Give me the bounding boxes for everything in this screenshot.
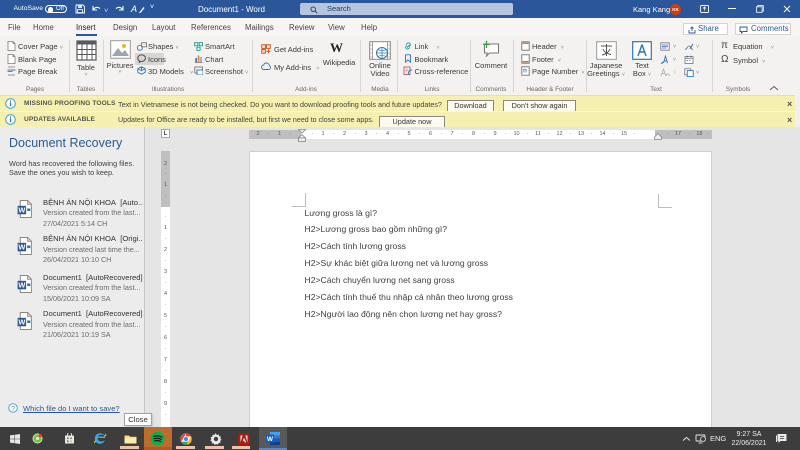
svg-text:W: W — [18, 242, 25, 251]
svg-text:W: W — [267, 436, 274, 443]
svg-text:W: W — [18, 206, 25, 215]
svg-text:W: W — [18, 281, 25, 290]
svg-text:?: ? — [11, 405, 15, 412]
svg-text:W: W — [18, 317, 25, 326]
